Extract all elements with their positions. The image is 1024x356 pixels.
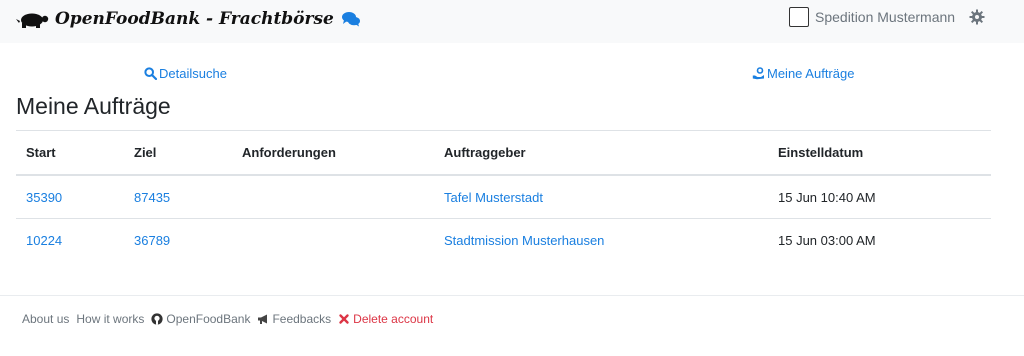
comments-icon[interactable]: [341, 11, 360, 27]
delete-account-link[interactable]: Delete account: [353, 312, 433, 326]
github-icon: [151, 313, 163, 325]
my-orders-label: Meine Aufträge: [767, 66, 855, 81]
bullhorn-icon: [258, 314, 268, 324]
detail-search-label: Detailsuche: [159, 66, 227, 81]
start-link[interactable]: 10224: [26, 233, 62, 248]
cell-einstelldatum: 15 Jun 10:40 AM: [768, 175, 991, 219]
detail-search-link[interactable]: Detailsuche: [144, 66, 227, 81]
feedbacks-link[interactable]: Feedbacks: [272, 312, 331, 326]
my-orders-link[interactable]: Meine Aufträge: [752, 66, 854, 81]
brand-link[interactable]: OpenFoodBank - Frachtbörse: [16, 9, 360, 29]
page-title: Meine Aufträge: [16, 93, 171, 119]
about-us-link[interactable]: About us: [22, 312, 69, 326]
table-row: 10224 36789 Stadtmission Musterhausen 15…: [16, 219, 991, 262]
column-header-ziel: Ziel: [124, 130, 232, 176]
user-menu[interactable]: Spedition Mustermann: [789, 7, 985, 27]
cell-einstelldatum: 15 Jun 03:00 AM: [778, 232, 876, 248]
column-header-start: Start: [16, 130, 124, 176]
cell-auftraggeber: Tafel Musterstadt: [434, 175, 768, 219]
table-row: 35390 87435 Tafel Musterstadt 15 Jun 10:…: [16, 175, 991, 219]
top-navbar: OpenFoodBank - Frachtbörse Spedition Mus…: [0, 0, 1024, 43]
search-icon: [144, 67, 157, 80]
github-link[interactable]: OpenFoodBank: [166, 312, 250, 326]
auftraggeber-link[interactable]: Tafel Musterstadt: [444, 190, 543, 205]
cell-anforderungen: [232, 219, 434, 262]
cell-ziel: 87435: [124, 175, 232, 219]
user-avatar-checkbox[interactable]: [789, 7, 809, 27]
cell-auftraggeber: Stadtmission Musterhausen: [434, 219, 768, 262]
cell-anforderungen: [232, 175, 434, 219]
column-header-einstelldatum: Einstelldatum: [768, 130, 991, 176]
gear-icon[interactable]: [969, 9, 985, 25]
start-link[interactable]: 35390: [26, 190, 62, 205]
cell-start: 35390: [16, 175, 124, 219]
auftraggeber-link[interactable]: Stadtmission Musterhausen: [444, 233, 604, 248]
table-header-row: Start Ziel Anforderungen Auftraggeber Ei…: [16, 130, 991, 176]
column-header-anforderungen: Anforderungen: [232, 130, 434, 176]
cell-ziel: 36789: [124, 219, 232, 262]
ziel-link[interactable]: 36789: [134, 233, 170, 248]
times-icon: [339, 314, 349, 324]
user-name: Spedition Mustermann: [815, 9, 956, 25]
orders-table: Start Ziel Anforderungen Auftraggeber Ei…: [16, 130, 991, 261]
footer-links: About us How it works OpenFoodBank Feedb…: [22, 312, 440, 326]
hand-holding-icon: [752, 67, 764, 80]
how-it-works-link[interactable]: How it works: [76, 312, 144, 326]
footer: About us How it works OpenFoodBank Feedb…: [0, 295, 1024, 356]
ziel-link[interactable]: 87435: [134, 190, 170, 205]
cell-start: 10224: [16, 219, 124, 262]
turtle-icon: [16, 13, 49, 28]
brand-title: OpenFoodBank - Frachtbörse: [55, 9, 334, 29]
column-header-auftraggeber: Auftraggeber: [434, 130, 768, 176]
